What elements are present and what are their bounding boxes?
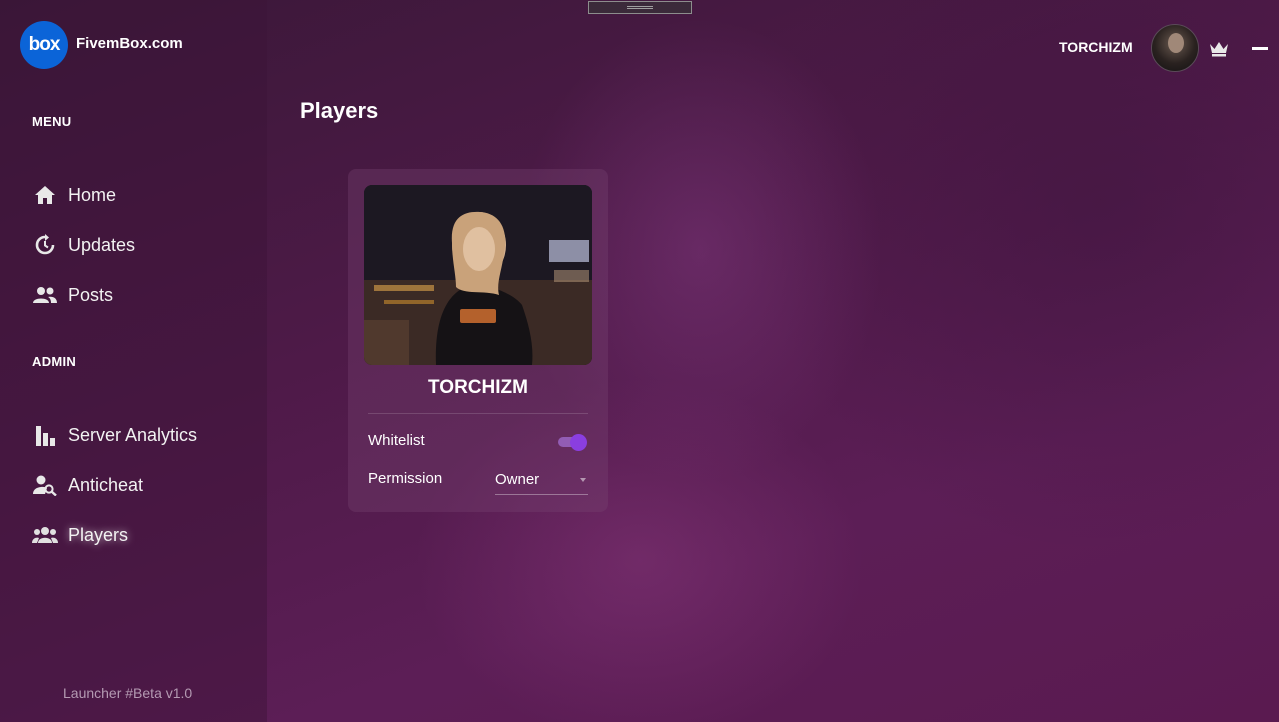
users-icon: [32, 524, 58, 546]
avatar-face: [1168, 33, 1184, 53]
sidebar-item-players[interactable]: Players: [32, 520, 128, 550]
sidebar-item-home[interactable]: Home: [32, 180, 116, 210]
sidebar-item-updates[interactable]: Updates: [32, 230, 135, 260]
grip-lines: [627, 6, 653, 9]
user-search-icon: [32, 474, 58, 496]
header-user-name: TORCHIZM: [1059, 39, 1133, 55]
permission-value: Owner: [495, 471, 540, 488]
chevron-down-icon: [580, 478, 586, 482]
menu-section-label: MENU: [32, 114, 72, 129]
permission-select[interactable]: Owner: [495, 469, 588, 495]
version-label: Launcher #Beta v1.0: [63, 685, 193, 701]
sidebar-item-posts[interactable]: Posts: [32, 280, 113, 310]
player-card: TORCHIZM Whitelist Permission Owner: [348, 169, 608, 512]
updates-icon: [32, 234, 58, 256]
home-icon: [32, 184, 58, 206]
toggle-thumb: [570, 434, 587, 451]
sidebar: box FivemBox.com MENU Home Updates Posts…: [0, 0, 267, 722]
brand-logo: box: [20, 21, 68, 69]
sidebar-item-label: Server Analytics: [68, 424, 198, 445]
sidebar-item-server-analytics[interactable]: Server Analytics: [32, 420, 197, 450]
admin-section-label: ADMIN: [32, 354, 77, 369]
sidebar-item-label: Posts: [68, 284, 114, 305]
users-icon: [32, 284, 58, 306]
window-drag-handle[interactable]: [588, 1, 692, 14]
avatar[interactable]: [1151, 24, 1199, 72]
sidebar-item-label: Home: [68, 184, 117, 205]
sidebar-item-anticheat[interactable]: Anticheat: [32, 470, 143, 500]
player-photo: [364, 185, 592, 365]
crown-icon: [1209, 40, 1229, 62]
page-title: Players: [300, 98, 379, 123]
whitelist-toggle[interactable]: [556, 434, 588, 451]
brand-name: FivemBox.com: [76, 35, 183, 52]
player-name: TORCHIZM: [428, 377, 528, 398]
divider: [368, 413, 588, 414]
minimize-button[interactable]: [1252, 47, 1268, 50]
sidebar-item-label: Anticheat: [68, 474, 144, 495]
sidebar-item-label: Updates: [68, 234, 136, 255]
sidebar-item-label: Players: [68, 524, 129, 545]
whitelist-label: Whitelist: [368, 432, 425, 449]
permission-label: Permission: [368, 470, 443, 487]
bar-chart-icon: [32, 424, 58, 446]
